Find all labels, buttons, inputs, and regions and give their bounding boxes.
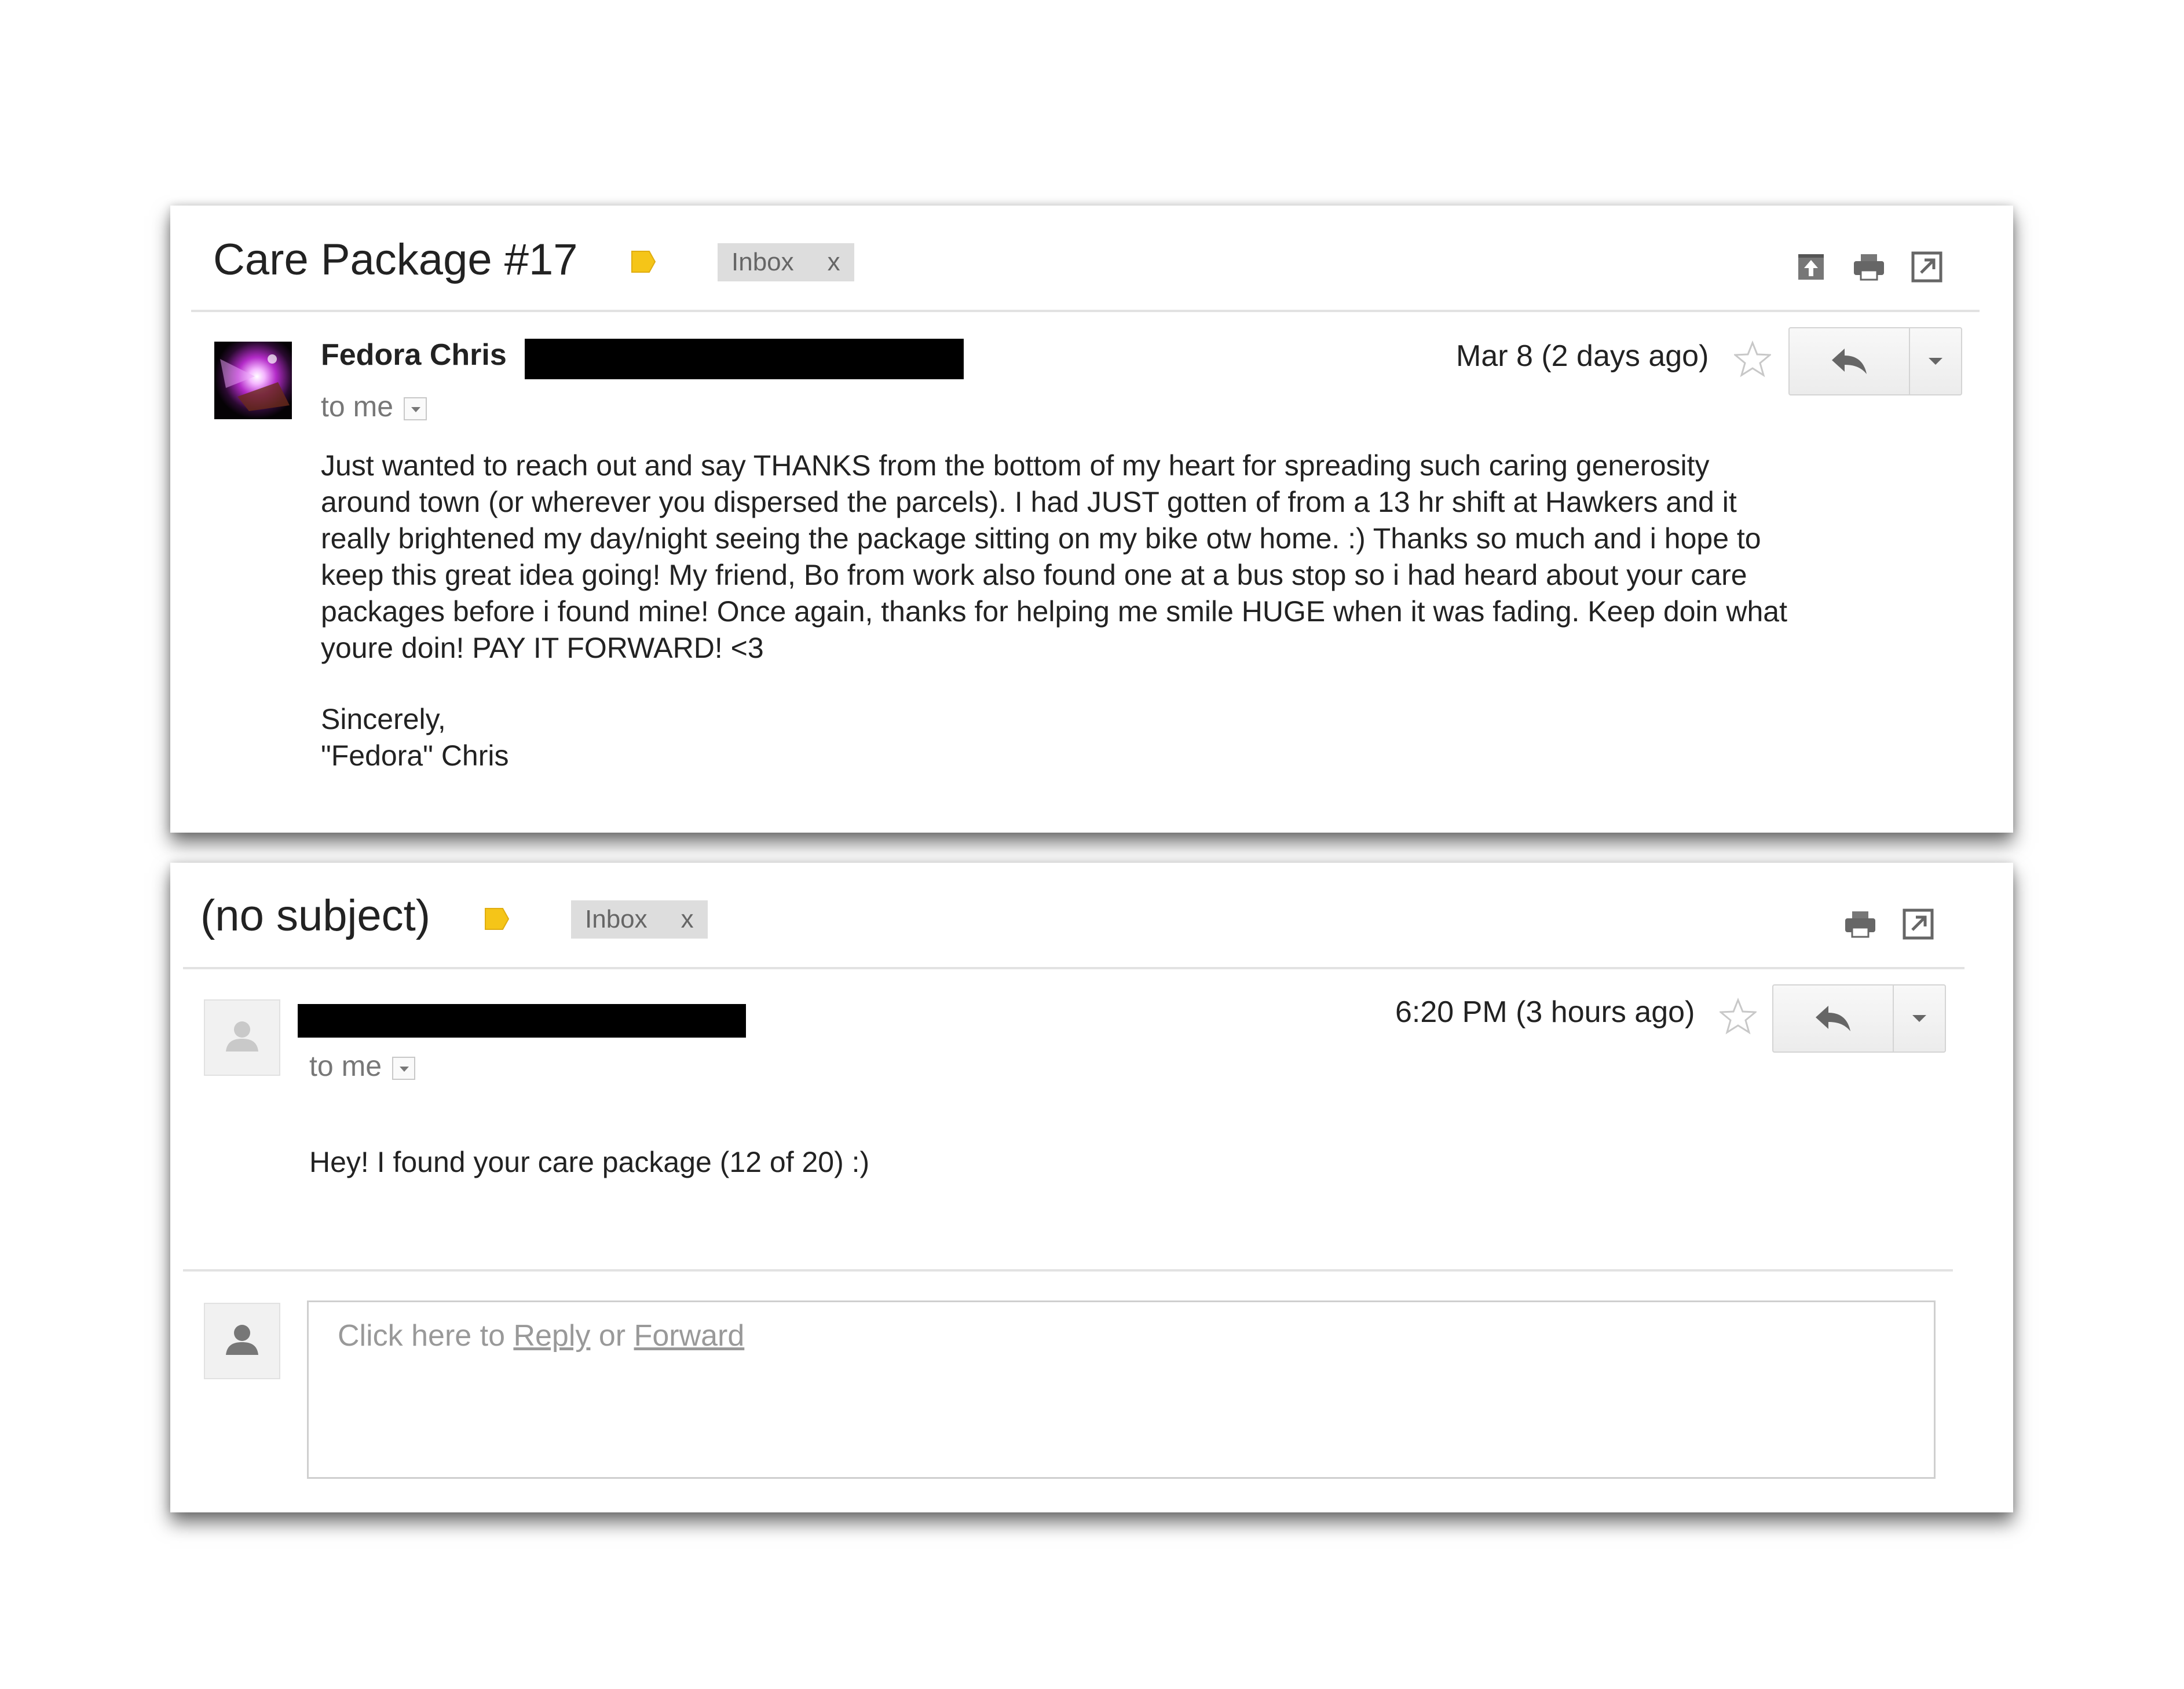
reply-compose-box[interactable]: Click here to Reply or Forward [307, 1300, 1936, 1479]
chevron-down-icon [1929, 358, 1942, 365]
star-icon[interactable] [1720, 998, 1757, 1035]
sender-avatar[interactable] [204, 999, 280, 1076]
inbox-label-text: Inbox [585, 905, 647, 933]
reply-prompt-prefix: Click here to [338, 1319, 505, 1353]
header-divider [183, 967, 1964, 969]
recipient-line: to me [321, 390, 427, 423]
archive-icon[interactable] [1795, 251, 1827, 283]
inbox-label-chip: Inbox x [718, 243, 854, 281]
default-person-icon [226, 1325, 258, 1355]
star-icon[interactable] [1734, 340, 1771, 378]
header-divider [191, 310, 1980, 312]
email-subject: (no subject) [200, 891, 431, 940]
label-tag-icon[interactable] [484, 907, 510, 930]
email-date[interactable]: 6:20 PM (3 hours ago) [1395, 995, 1695, 1029]
reply-prompt: Click here to Reply or Forward [338, 1318, 744, 1353]
email-signoff: Sincerely, "Fedora" Chris [321, 703, 509, 772]
reply-arrow-icon [1816, 1006, 1850, 1031]
sender-name[interactable]: Fedora Chris [321, 338, 507, 372]
reply-button-group [1788, 327, 1962, 395]
reply-button[interactable] [1773, 985, 1894, 1051]
chevron-down-icon [1912, 1015, 1926, 1022]
more-actions-button[interactable] [1910, 328, 1961, 394]
email-card-no-subject: (no subject) Inbox x to me 6:20 PM (3 hou… [170, 863, 2013, 1512]
inbox-label-chip: Inbox x [571, 900, 708, 939]
recipient-text: to me [309, 1050, 382, 1082]
new-window-icon[interactable] [1911, 251, 1943, 283]
reply-link[interactable]: Reply [513, 1319, 590, 1353]
default-person-icon [226, 1021, 258, 1051]
recipient-details-dropdown[interactable] [392, 1056, 416, 1080]
recipient-line: to me [309, 1049, 416, 1083]
email-date[interactable]: Mar 8 (2 days ago) [1456, 339, 1709, 373]
new-window-icon[interactable] [1902, 908, 1934, 940]
remove-label-button[interactable]: x [828, 248, 840, 276]
email-subject: Care Package #17 [213, 235, 578, 284]
reply-button[interactable] [1790, 328, 1910, 394]
reply-button-group [1772, 984, 1946, 1053]
reply-divider [183, 1269, 1953, 1272]
email-body: Hey! I found your care package (12 of 20… [309, 1146, 870, 1178]
email-body: Just wanted to reach out and say THANKS … [321, 449, 1787, 664]
reply-arrow-icon [1832, 349, 1867, 374]
more-actions-button[interactable] [1894, 985, 1945, 1051]
my-avatar [204, 1303, 280, 1379]
inbox-label-text: Inbox [731, 248, 794, 276]
redacted-sender-address [525, 339, 964, 379]
print-icon[interactable] [1844, 908, 1876, 940]
forward-link[interactable]: Forward [634, 1319, 745, 1353]
recipient-details-dropdown[interactable] [404, 397, 427, 420]
remove-label-button[interactable]: x [681, 905, 694, 933]
redacted-sender [298, 1004, 746, 1038]
recipient-text: to me [321, 390, 394, 423]
print-icon[interactable] [1853, 251, 1885, 283]
reply-prompt-or: or [598, 1319, 626, 1353]
email-card-care-package: Care Package #17 Inbox x Fedora Chris to… [170, 206, 2013, 833]
sender-avatar[interactable] [214, 342, 292, 419]
label-tag-icon[interactable] [631, 250, 656, 273]
